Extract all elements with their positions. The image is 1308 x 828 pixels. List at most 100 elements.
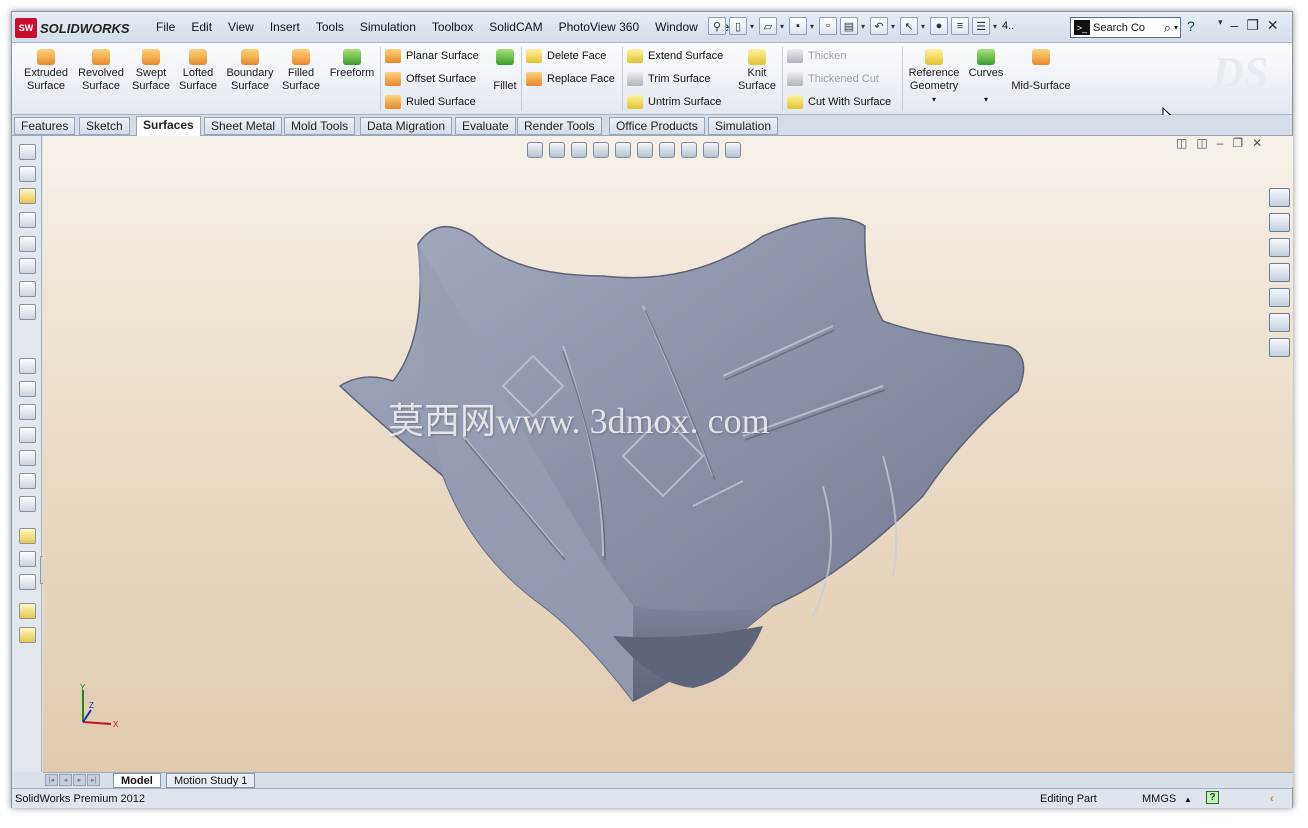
menu-window[interactable]: Window [647, 20, 706, 34]
toolbar-overflow[interactable]: 4.. [1002, 20, 1014, 32]
undo-dropdown-icon[interactable]: ▾ [891, 22, 897, 31]
save-icon[interactable]: ▪ [789, 17, 807, 35]
close-document-icon[interactable]: ▫ [819, 17, 837, 35]
view-tool-icon[interactable] [19, 450, 36, 466]
thickened-cut-button[interactable]: Thickened Cut [787, 72, 879, 86]
menu-edit[interactable]: Edit [183, 20, 220, 34]
pin-icon[interactable]: ⚲ [708, 17, 726, 35]
extruded-surface-button[interactable]: Extruded Surface [22, 49, 70, 93]
tab-mold-tools[interactable]: Mold Tools [284, 117, 356, 135]
reference-geometry-button[interactable]: Reference Geometry ▾ [905, 49, 963, 106]
extend-surface-button[interactable]: Extend Surface [627, 49, 723, 63]
move-entities-icon[interactable] [19, 574, 36, 590]
sketch-tool-icon[interactable] [19, 166, 36, 182]
fillet-button[interactable]: Fillet [490, 49, 520, 93]
rebuild-traffic-light-icon[interactable]: ● [930, 17, 948, 35]
tab-evaluate[interactable]: Evaluate [455, 117, 516, 135]
solidworks-forum-icon[interactable] [1269, 338, 1290, 357]
tab-surfaces[interactable]: Surfaces [136, 116, 201, 136]
thicken-button[interactable]: Thicken [787, 49, 847, 63]
view-tool-icon[interactable] [19, 496, 36, 512]
sketch-tool-icon[interactable] [19, 304, 36, 320]
tab-sheet-metal[interactable]: Sheet Metal [204, 117, 283, 135]
tab-render-tools[interactable]: Render Tools [517, 117, 602, 135]
help-icon[interactable]: ? [1187, 18, 1195, 34]
untrim-surface-button[interactable]: Untrim Surface [627, 95, 721, 109]
sketch-tool-icon[interactable] [19, 258, 36, 274]
swept-surface-button[interactable]: Swept Surface [130, 49, 172, 93]
offset-surface-button[interactable]: Offset Surface [385, 72, 476, 86]
custom-properties-icon[interactable] [1269, 313, 1290, 332]
tab-office-products[interactable]: Office Products [609, 117, 705, 135]
graphics-area[interactable]: ◫ ◫ – ❐ ✕ 莫西网www. 3dmox. com Y X Z [43, 136, 1293, 772]
view-tool-icon[interactable] [19, 404, 36, 420]
mid-surface-button[interactable]: Mid-Surface [1010, 49, 1072, 93]
lofted-surface-button[interactable]: Lofted Surface [176, 49, 220, 93]
quick-tips-icon[interactable]: ? [1206, 791, 1219, 804]
unit-system[interactable]: MMGS [1142, 793, 1176, 805]
tab-simulation[interactable]: Simulation [708, 117, 779, 135]
view-tool-icon[interactable] [19, 358, 36, 374]
tab-motion-study-1[interactable]: Motion Study 1 [166, 773, 256, 788]
open-dropdown-icon[interactable]: ▾ [780, 22, 786, 31]
last-tab-icon[interactable]: ▸| [87, 774, 100, 786]
save-dropdown-icon[interactable]: ▾ [810, 22, 816, 31]
menu-tools[interactable]: Tools [308, 20, 352, 34]
first-tab-icon[interactable]: |◂ [45, 774, 58, 786]
menu-view[interactable]: View [220, 20, 262, 34]
sketch-tool-icon[interactable] [19, 236, 36, 252]
file-explorer-icon[interactable] [1269, 238, 1290, 257]
filled-surface-button[interactable]: Filled Surface [280, 49, 322, 93]
close-icon[interactable]: ✕ [1267, 17, 1279, 34]
prev-tab-icon[interactable]: ◂ [59, 774, 72, 786]
help-dropdown-icon[interactable]: ▾ [1218, 17, 1223, 34]
menu-toolbox[interactable]: Toolbox [424, 20, 481, 34]
select-pointer-icon[interactable]: ↖ [900, 17, 918, 35]
search-icon[interactable]: ⌕ [1164, 20, 1174, 36]
planar-surface-button[interactable]: Planar Surface [385, 49, 479, 63]
ruled-surface-button[interactable]: Ruled Surface [385, 95, 476, 109]
print-icon[interactable]: ▤ [840, 17, 858, 35]
appearances-scenes-icon[interactable] [1269, 288, 1290, 307]
delete-face-button[interactable]: Delete Face [526, 49, 606, 63]
search-input[interactable]: Search Co [1093, 22, 1145, 34]
view-tool-icon[interactable] [19, 427, 36, 443]
open-folder-icon[interactable]: ▱ [759, 17, 777, 35]
layer-active-icon[interactable] [19, 627, 36, 643]
boundary-surface-button[interactable]: Boundary Surface [224, 49, 276, 93]
new-document-icon[interactable]: ▯ [729, 17, 747, 35]
menu-photoview[interactable]: PhotoView 360 [551, 20, 648, 34]
options-icon[interactable]: ☰ [972, 17, 990, 35]
search-dropdown-icon[interactable]: ▾ [1174, 23, 1180, 32]
revolved-surface-button[interactable]: Revolved Surface [76, 49, 126, 93]
menu-file[interactable]: File [148, 20, 183, 34]
menu-simulation[interactable]: Simulation [352, 20, 424, 34]
file-properties-icon[interactable]: ≡ [951, 17, 969, 35]
view-palette-icon[interactable] [1269, 263, 1290, 282]
menu-insert[interactable]: Insert [262, 20, 308, 34]
curves-dropdown-icon[interactable]: ▾ [984, 95, 988, 104]
cut-with-surface-button[interactable]: Cut With Surface [787, 95, 891, 109]
options-dropdown-icon[interactable]: ▾ [993, 22, 999, 31]
tab-sketch[interactable]: Sketch [79, 117, 130, 135]
view-tool-icon[interactable] [19, 381, 36, 397]
unit-menu-arrow-icon[interactable]: ▲ [1184, 795, 1192, 804]
search-commands-box[interactable]: >_ Search Co ⌕ ▾ [1070, 17, 1181, 38]
sketch-tool-icon[interactable] [19, 212, 36, 228]
view-tool-icon[interactable] [19, 473, 36, 489]
restore-icon[interactable]: ❐ [1246, 17, 1259, 34]
undo-icon[interactable]: ↶ [870, 17, 888, 35]
tab-data-migration[interactable]: Data Migration [360, 117, 453, 135]
surface-model[interactable] [43, 136, 1293, 772]
minimize-icon[interactable]: – [1231, 17, 1239, 34]
knit-surface-button[interactable]: Knit Surface [734, 49, 780, 93]
relations-icon[interactable] [19, 551, 36, 567]
solidworks-logo[interactable]: SW SOLIDWORKS [15, 17, 143, 39]
home-icon[interactable] [1269, 188, 1290, 207]
print-dropdown-icon[interactable]: ▾ [861, 22, 867, 31]
menu-solidcam[interactable]: SolidCAM [481, 20, 550, 34]
next-tab-icon[interactable]: ▸ [73, 774, 86, 786]
layer-icon[interactable] [19, 603, 36, 619]
replace-face-button[interactable]: Replace Face [526, 72, 615, 86]
tab-model[interactable]: Model [113, 773, 161, 788]
